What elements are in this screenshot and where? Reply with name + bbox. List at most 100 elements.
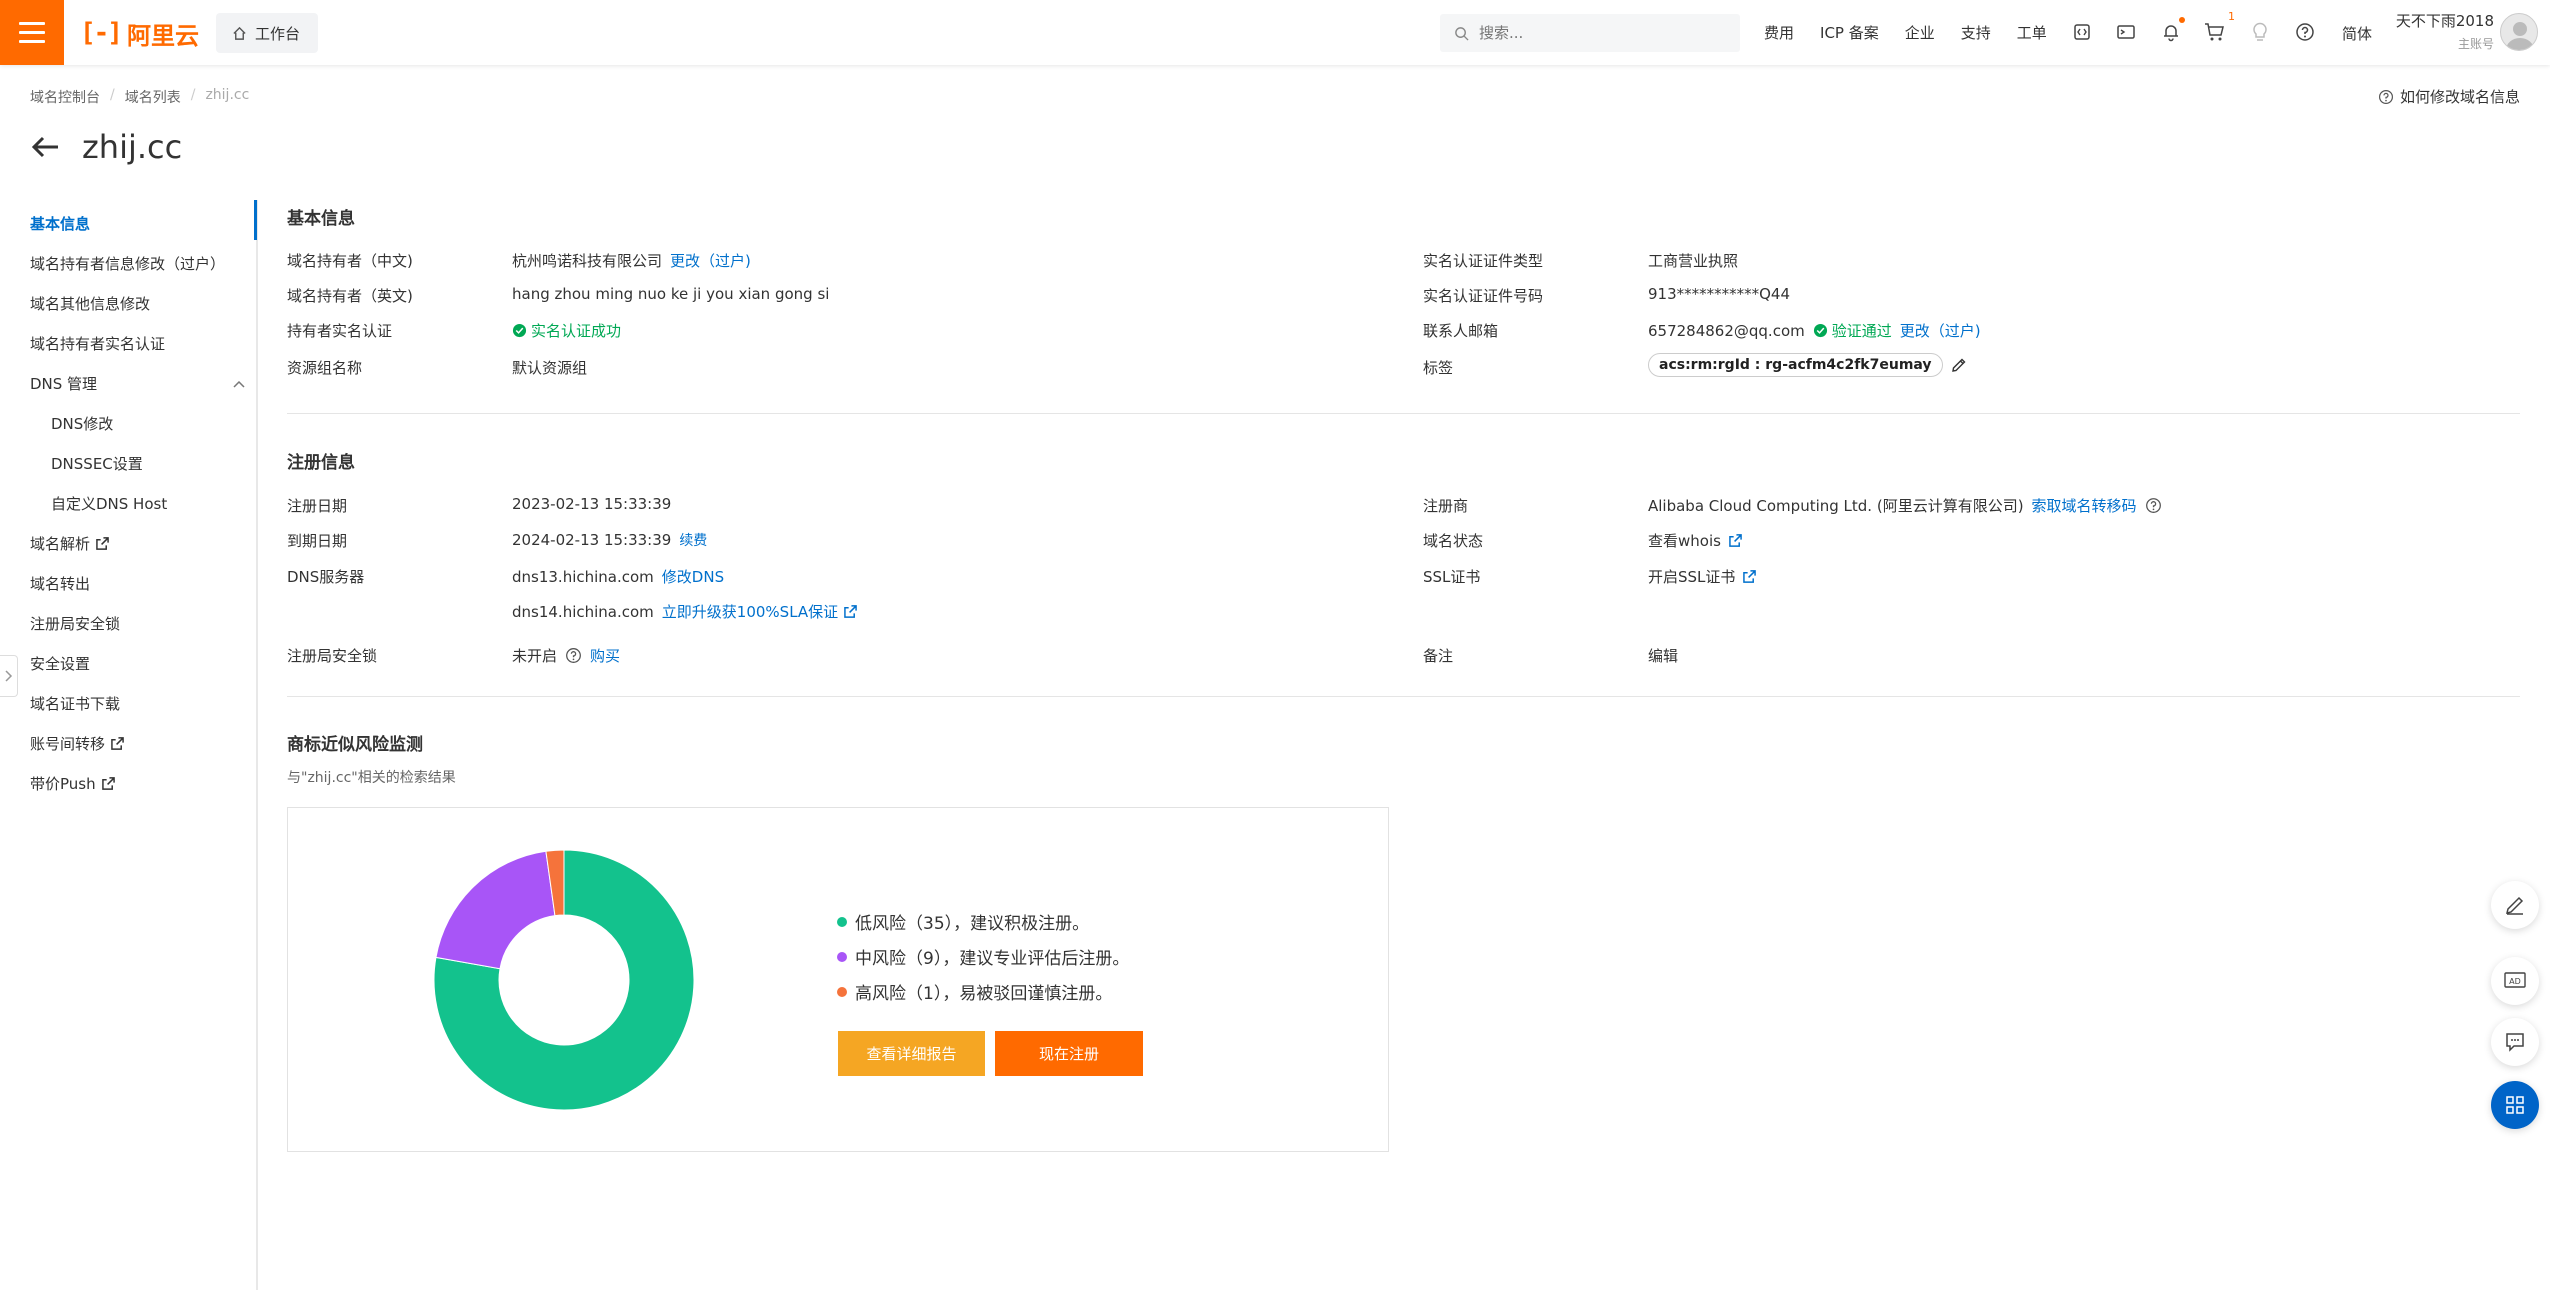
- registrar-label: 注册商: [1423, 497, 1469, 515]
- question-circle-icon[interactable]: [565, 647, 582, 664]
- slice-medium-risk[interactable]: [435, 850, 556, 970]
- sidebar-item-registry-lock[interactable]: 注册局安全锁: [30, 613, 120, 634]
- code-icon[interactable]: [2070, 20, 2094, 44]
- aliyun-logo[interactable]: [-] 阿里云: [80, 17, 199, 50]
- bell-icon[interactable]: [2159, 17, 2185, 44]
- check-circle-icon: [1813, 323, 1827, 338]
- sidebar-item-other-info[interactable]: 域名其他信息修改: [30, 293, 150, 314]
- dns-server-label: DNS服务器: [287, 568, 365, 586]
- nav-ticket[interactable]: 工单: [2017, 22, 2047, 43]
- dns-server-2: dns14.hichina.com: [512, 602, 654, 621]
- ssl-link[interactable]: 开启SSL证书: [1648, 566, 1757, 587]
- realname-auth-label: 持有者实名认证: [287, 322, 393, 340]
- holder-cn-value-row: 杭州鸣诺科技有限公司 更改（过户): [512, 250, 751, 271]
- cert-number-value: 913***********Q44: [1648, 285, 1791, 303]
- sidebar-collapse-tab[interactable]: [0, 655, 18, 697]
- holder-cn-label: 域名持有者（中文): [287, 252, 413, 270]
- email-row: 657284862@qq.com 验证通过 更改（过户): [1648, 320, 1981, 341]
- email-change-link[interactable]: 更改（过户): [1900, 320, 1981, 341]
- sla-upgrade-link[interactable]: 立即升级获100%SLA保证: [662, 601, 857, 622]
- help-icon[interactable]: [2293, 20, 2317, 44]
- page-header: zhij.cc: [30, 128, 182, 166]
- cart-icon[interactable]: 1: [2203, 10, 2235, 44]
- dns-server-1-row: dns13.hichina.com 修改DNS: [512, 566, 724, 587]
- avatar[interactable]: [2500, 13, 2538, 51]
- breadcrumb-console[interactable]: 域名控制台: [30, 87, 100, 107]
- reg-date-label: 注册日期: [287, 497, 348, 515]
- grid-apps-icon: [2506, 1096, 2524, 1114]
- sidebar-item-custom-dns-host[interactable]: 自定义DNS Host: [51, 493, 167, 514]
- external-link-icon: [96, 537, 109, 550]
- legend-swatch-low: [837, 916, 847, 927]
- view-report-button[interactable]: 查看详细报告: [838, 1031, 985, 1076]
- lightbulb-icon[interactable]: [2248, 20, 2272, 44]
- whois-link-text: 查看whois: [1648, 532, 1721, 550]
- risk-donut-chart: [433, 849, 695, 1111]
- chevron-up-icon: [233, 380, 245, 388]
- remark-edit-link[interactable]: 编辑: [1648, 645, 1678, 666]
- workbench-button[interactable]: 工作台: [216, 13, 318, 53]
- search-input[interactable]: [1479, 24, 1709, 42]
- language-switch[interactable]: 简体: [2342, 23, 2372, 44]
- sidebar-item-basic-info[interactable]: 基本信息: [30, 213, 90, 234]
- sidebar-item-account-transfer[interactable]: 账号间转移: [30, 733, 124, 754]
- sidebar-item-dnssec[interactable]: DNSSEC设置: [51, 453, 143, 474]
- top-bar: [-] 阿里云 工作台 费用 ICP 备案 企业 支持 工单 1 简体 天不下雨…: [0, 0, 2550, 65]
- resource-tag[interactable]: acs:rm:rgId : rg-acfm4c2fk7eumay: [1648, 353, 1943, 377]
- chat-button[interactable]: [2491, 1018, 2539, 1066]
- user-info[interactable]: 天不下雨2018 主账号: [2390, 10, 2494, 52]
- nav-enterprise[interactable]: 企业: [1905, 22, 1935, 43]
- edit-pencil-icon[interactable]: [1951, 357, 1967, 373]
- back-arrow-icon[interactable]: [30, 135, 60, 159]
- feedback-edit-button[interactable]: [2491, 881, 2539, 929]
- renew-link[interactable]: 续费: [679, 530, 707, 550]
- ad-button[interactable]: AD: [2491, 957, 2539, 1005]
- question-circle-icon: [2378, 89, 2393, 104]
- logo-text: 阿里云: [126, 21, 199, 50]
- register-now-button[interactable]: 现在注册: [995, 1031, 1143, 1076]
- exp-date-row: 2024-02-13 15:33:39 续费: [512, 530, 707, 550]
- whois-link[interactable]: 查看whois: [1648, 530, 1742, 551]
- sidebar-item-realname[interactable]: 域名持有者实名认证: [30, 333, 165, 354]
- sidebar-item-holder-transfer[interactable]: 域名持有者信息修改（过户）: [30, 253, 225, 274]
- nav-icp[interactable]: ICP 备案: [1820, 22, 1879, 43]
- breadcrumb-separator: /: [190, 87, 196, 103]
- buy-lock-link[interactable]: 购买: [590, 645, 620, 666]
- transfer-code-link[interactable]: 索取域名转移码: [2032, 495, 2137, 516]
- search-icon: [1455, 26, 1469, 41]
- user-name: 天不下雨2018: [2395, 12, 2494, 30]
- nav-support[interactable]: 支持: [1961, 22, 1991, 43]
- tag-label: 标签: [1423, 359, 1454, 377]
- question-circle-icon[interactable]: [2145, 497, 2162, 514]
- apps-button[interactable]: [2491, 1081, 2539, 1129]
- modify-dns-link[interactable]: 修改DNS: [662, 566, 724, 587]
- reg-date-value: 2023-02-13 15:33:39: [512, 495, 672, 513]
- dns-server-2-row: dns14.hichina.com 立即升级获100%SLA保证: [512, 601, 857, 622]
- help-modify-link[interactable]: 如何修改域名信息: [2378, 86, 2520, 107]
- check-circle-icon: [512, 323, 527, 338]
- sidebar-item-dns-management[interactable]: DNS 管理: [30, 373, 245, 394]
- email-label: 联系人邮箱: [1423, 322, 1499, 340]
- legend-high-text: 高风险（1），易被驳回谨慎注册。: [855, 984, 1113, 1004]
- auth-success-badge: 实名认证成功: [512, 320, 621, 341]
- menu-icon[interactable]: [0, 0, 64, 65]
- section-divider: [287, 413, 2520, 414]
- holder-cn-change-link[interactable]: 更改（过户): [670, 250, 751, 271]
- nav-fees[interactable]: 费用: [1764, 22, 1794, 43]
- section-divider: [287, 696, 2520, 697]
- breadcrumb-domain-list[interactable]: 域名列表: [125, 87, 181, 107]
- legend-swatch-medium: [837, 951, 847, 962]
- basic-info-title: 基本信息: [287, 209, 355, 229]
- external-link-icon: [1743, 570, 1757, 583]
- sidebar-item-transfer-out[interactable]: 域名转出: [30, 573, 90, 594]
- search-box[interactable]: [1440, 14, 1740, 52]
- sidebar-item-dns-resolve[interactable]: 域名解析: [30, 533, 109, 554]
- sidebar-item-price-push[interactable]: 带价Push: [30, 773, 115, 794]
- sidebar-item-certificate[interactable]: 域名证书下载: [30, 693, 120, 714]
- registry-lock-row: 未开启 购买: [512, 645, 620, 666]
- terminal-icon[interactable]: [2114, 20, 2138, 44]
- dns-server-1: dns13.hichina.com: [512, 567, 654, 586]
- holder-en-label: 域名持有者（英文): [287, 287, 413, 305]
- sidebar-item-security[interactable]: 安全设置: [30, 653, 90, 674]
- sidebar-item-dns-modify[interactable]: DNS修改: [51, 413, 113, 434]
